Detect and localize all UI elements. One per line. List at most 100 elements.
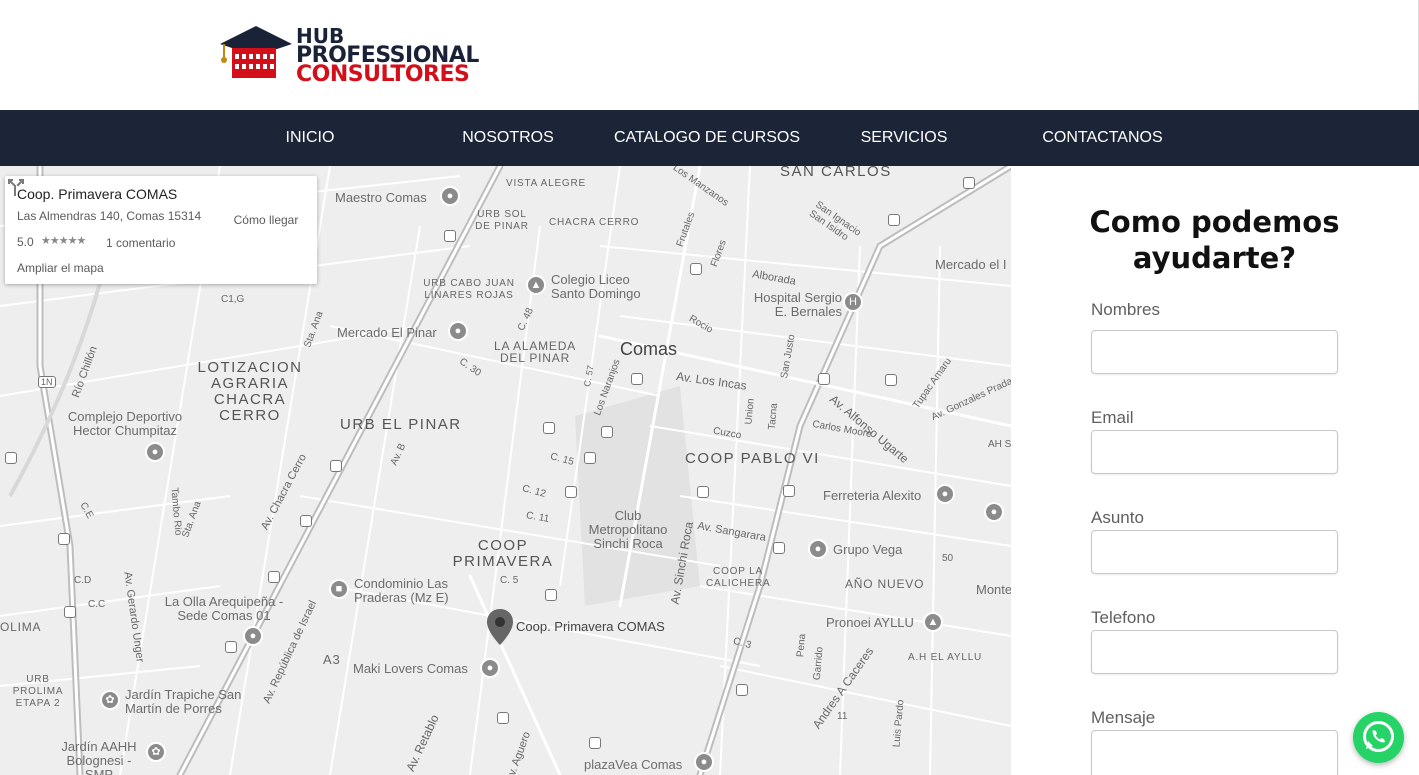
- map-street-label: Tacna: [766, 402, 780, 431]
- bus-stop-icon[interactable]: [64, 606, 76, 618]
- map-poi-label[interactable]: Maki Lovers Comas: [353, 662, 468, 676]
- map-street-label: 50: [942, 553, 954, 564]
- form-title-line2: ayudarte?: [1132, 241, 1297, 275]
- directions-icon[interactable]: [5, 176, 27, 198]
- bus-stop-icon[interactable]: [5, 452, 17, 464]
- place-address: Las Almendras 140, Comas 15314: [17, 209, 202, 223]
- map-poi-label[interactable]: Mercado El Pinar: [337, 326, 437, 340]
- place-pin-icon[interactable]: ✿: [100, 690, 120, 710]
- restaurant-pin-icon[interactable]: ●: [243, 626, 263, 646]
- enlarge-map-link[interactable]: Ampliar el mapa: [17, 261, 104, 275]
- map-poi-label[interactable]: Ferreteria Alexito: [823, 489, 921, 503]
- map-area-label: VISTA ALEGRE: [506, 178, 587, 189]
- bus-stop-icon[interactable]: [888, 214, 900, 226]
- bus-stop-icon[interactable]: [330, 460, 342, 472]
- map-poi-label[interactable]: Grupo Vega: [833, 543, 902, 557]
- map-poi-label[interactable]: Jardín Trapiche San Martín de Porres: [125, 688, 255, 716]
- rating-stars-icon: ★★★★★: [41, 235, 86, 247]
- hospital-pin-icon[interactable]: H: [843, 292, 863, 312]
- school-pin-icon[interactable]: ▲: [923, 612, 943, 632]
- nombres-label: Nombres: [1091, 300, 1160, 319]
- map-poi-label[interactable]: Maestro Comas: [335, 191, 427, 205]
- google-map[interactable]: ● ▲ ● H ● ● ● ● ■ ● ● ▲ ✿ ✿ ● LOTIZACION…: [0, 166, 1011, 775]
- bus-stop-icon[interactable]: [589, 737, 601, 749]
- asunto-field[interactable]: [1091, 530, 1338, 574]
- map-street-label: C1,G: [221, 294, 245, 305]
- nombres-field[interactable]: [1091, 330, 1338, 374]
- map-area-label: URB SOL DE PINAR: [475, 209, 529, 232]
- nav-item-catalogo[interactable]: CATALOGO DE CURSOS: [606, 110, 808, 166]
- place-pin-icon[interactable]: ●: [145, 442, 165, 462]
- bus-stop-icon[interactable]: [444, 230, 456, 242]
- map-poi-label[interactable]: Monte: [976, 583, 1011, 597]
- bus-stop-icon[interactable]: [818, 373, 830, 385]
- place-info-card: Coop. Primavera COMAS Las Almendras 140,…: [5, 176, 317, 284]
- contact-form: Como podemos ayudarte? Nombres Email Asu…: [1011, 166, 1418, 775]
- map-poi-label[interactable]: Pronoei AYLLU: [826, 616, 914, 630]
- whatsapp-button[interactable]: [1353, 712, 1404, 763]
- map-poi-label[interactable]: Colegio Liceo Santo Domingo: [551, 273, 661, 301]
- store-pin-icon[interactable]: ●: [935, 484, 955, 504]
- location-pin-icon[interactable]: [486, 608, 514, 646]
- place-pin-icon[interactable]: ✿: [146, 742, 166, 762]
- map-poi-label[interactable]: Hospital Sergio E. Bernales: [742, 291, 842, 319]
- logo-line-consultores: CONSULTORES: [296, 62, 470, 87]
- brand-logo[interactable]: HUB PROFESSIONAL CONSULTORES: [218, 24, 488, 86]
- bus-stop-icon[interactable]: [783, 485, 795, 497]
- map-poi-label[interactable]: Condominio Las Praderas (Mz E): [354, 577, 464, 605]
- directions-link[interactable]: Cómo llegar: [230, 213, 302, 227]
- map-area-label: URB CABO JUAN LINARES ROJAS: [423, 278, 515, 301]
- map-poi-label[interactable]: Coop. Primavera COMAS: [516, 620, 665, 634]
- map-area-label: COOP LA CALICHERA: [706, 566, 771, 589]
- store-pin-icon[interactable]: ●: [808, 539, 828, 559]
- map-poi-label[interactable]: Club Metropolitano Sinchi Roca: [582, 509, 674, 551]
- map-poi-label[interactable]: Complejo Deportivo Hector Chumpitaz: [60, 410, 190, 438]
- bus-stop-icon[interactable]: [58, 533, 70, 545]
- bus-stop-icon[interactable]: [736, 684, 748, 696]
- map-street-label: C. 5: [500, 575, 519, 586]
- mensaje-field[interactable]: [1091, 730, 1338, 775]
- map-poi-label[interactable]: La Olla Arequipeña - Sede Comas 01: [158, 595, 290, 623]
- telefono-field[interactable]: [1091, 630, 1338, 674]
- site-header: HUB PROFESSIONAL CONSULTORES: [0, 0, 1419, 110]
- bus-stop-icon[interactable]: [690, 263, 702, 275]
- store-pin-icon[interactable]: ●: [440, 186, 460, 206]
- building-logo-icon: [220, 26, 292, 78]
- map-poi-label[interactable]: Jardín AAHH Bolognesi - SMP: [56, 740, 142, 775]
- cart-pin-icon[interactable]: ●: [694, 752, 714, 772]
- store-pin-icon[interactable]: ●: [984, 502, 1004, 522]
- bus-stop-icon[interactable]: [268, 571, 280, 583]
- bus-stop-icon[interactable]: [545, 589, 557, 601]
- map-street-label: C.D: [74, 575, 92, 586]
- bus-stop-icon[interactable]: [601, 426, 613, 438]
- bus-stop-icon[interactable]: [225, 641, 237, 653]
- place-rating: 5.0: [17, 235, 34, 249]
- bus-stop-icon[interactable]: [697, 486, 709, 498]
- bus-stop-icon[interactable]: [497, 712, 509, 724]
- school-pin-icon[interactable]: ▲: [526, 275, 546, 295]
- cart-pin-icon[interactable]: ●: [448, 321, 468, 341]
- map-area-label: AÑO NUEVO: [845, 577, 925, 591]
- nav-item-nosotros[interactable]: NOSOTROS: [448, 110, 568, 166]
- bus-stop-icon[interactable]: [543, 422, 555, 434]
- map-street-label: AH S: [988, 439, 1011, 450]
- nav-item-contactanos[interactable]: CONTACTANOS: [1030, 110, 1175, 166]
- nav-item-servicios[interactable]: SERVICIOS: [844, 110, 964, 166]
- lodging-pin-icon[interactable]: ■: [329, 579, 349, 599]
- restaurant-pin-icon[interactable]: ●: [480, 658, 500, 678]
- bus-stop-icon[interactable]: [565, 486, 577, 498]
- whatsapp-icon: [1363, 721, 1394, 752]
- place-reviews-link[interactable]: 1 comentario: [106, 236, 175, 250]
- bus-stop-icon[interactable]: [885, 374, 897, 386]
- map-poi-label[interactable]: plazaVea Comas: [584, 758, 682, 772]
- bus-stop-icon[interactable]: [584, 452, 596, 464]
- bus-stop-icon[interactable]: [300, 515, 312, 527]
- map-poi-label[interactable]: Mercado el I: [935, 258, 1007, 272]
- main-nav: INICIO NOSOTROS CATALOGO DE CURSOS SERVI…: [0, 110, 1419, 166]
- bus-stop-icon[interactable]: [631, 373, 643, 385]
- nav-item-inicio[interactable]: INICIO: [250, 110, 370, 166]
- map-street-label: Union: [743, 398, 757, 425]
- bus-stop-icon[interactable]: [963, 177, 975, 189]
- bus-stop-icon[interactable]: [773, 542, 785, 554]
- email-field[interactable]: [1091, 430, 1338, 474]
